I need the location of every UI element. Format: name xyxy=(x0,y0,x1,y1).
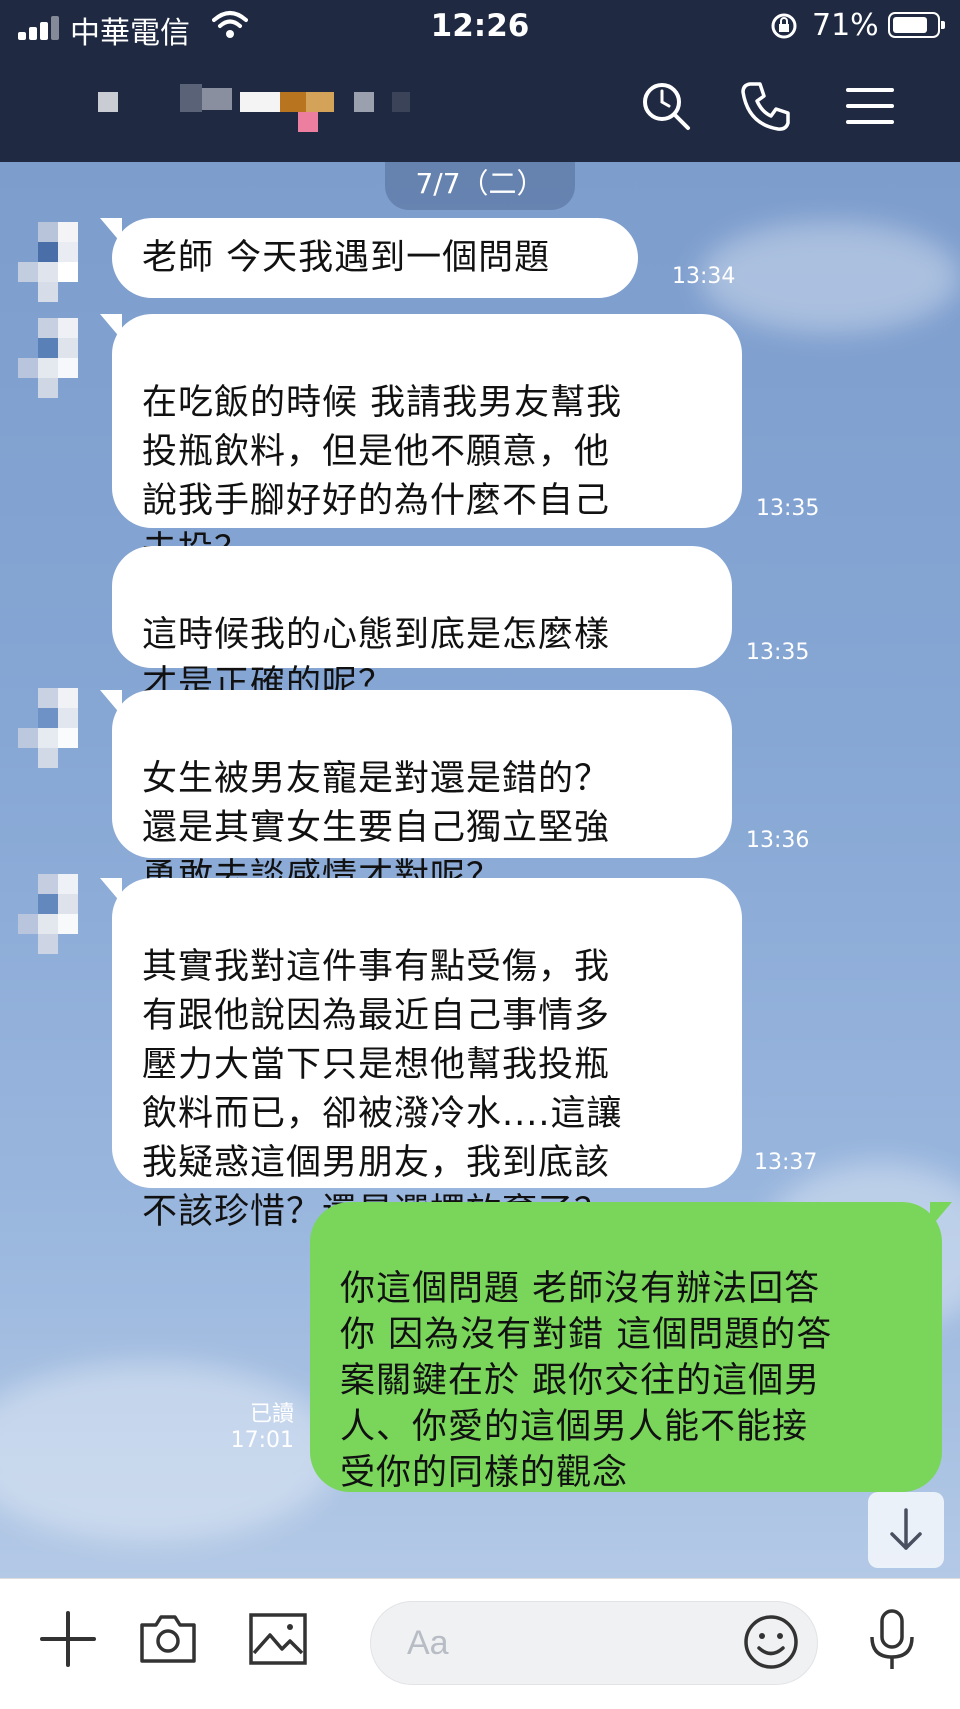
incoming-message[interactable]: 其實我對這件事有點受傷，我 有跟他說因為最近自己事情多 壓力大當下只是想他幫我投… xyxy=(112,878,742,1232)
read-label: 已讀 xyxy=(249,1402,294,1427)
background-cloud xyxy=(700,222,960,332)
read-receipt: 已讀 17:01 xyxy=(220,1402,294,1454)
plus-icon[interactable] xyxy=(36,1607,100,1671)
message-text: 其實我對這件事有點受傷，我 有跟他說因為最近自己事情多 壓力大當下只是想他幫我投… xyxy=(142,947,623,1232)
emoji-icon[interactable] xyxy=(742,1613,800,1671)
arrow-down-icon xyxy=(890,1508,922,1550)
image-icon[interactable] xyxy=(246,1607,310,1671)
message-time: 13:35 xyxy=(756,496,820,521)
date-separator: 7/7（二） xyxy=(385,162,575,210)
incoming-message[interactable]: 女生被男友寵是對還是錯的？ 還是其實女生要自己獨立堅強 勇敢去談感情才對呢？ xyxy=(112,690,732,897)
rotation-lock-icon xyxy=(771,13,797,39)
message-time: 13:35 xyxy=(746,640,810,665)
avatar[interactable] xyxy=(18,874,98,954)
incoming-message[interactable]: 在吃飯的時候 我請我男友幫我 投瓶飲料，但是他不願意，他 說我手腳好好的為什麼不… xyxy=(112,314,742,570)
chat-header xyxy=(0,52,960,162)
message-time: 17:01 xyxy=(230,1428,294,1453)
message-time: 13:34 xyxy=(672,264,736,289)
contact-name-pixelated[interactable] xyxy=(90,78,420,138)
chat-area[interactable]: 7/7（二） 老師 今天我遇到一個問題 13:34 在吃飯的時候 我請我男友幫我… xyxy=(0,162,960,1578)
microphone-icon[interactable] xyxy=(860,1607,924,1671)
outgoing-message[interactable]: 你這個問題 老師沒有辦法回答 你 因為沒有對錯 這個問題的答 案關鍵在於 跟你交… xyxy=(310,1202,942,1493)
scroll-to-bottom-button[interactable] xyxy=(868,1492,944,1568)
bubble-tail xyxy=(930,1202,952,1228)
message-text: 老師 今天我遇到一個問題 xyxy=(142,238,551,278)
status-bar: 中華電信 12:26 71% xyxy=(0,0,960,52)
message-time: 13:36 xyxy=(746,828,810,853)
avatar[interactable] xyxy=(18,688,98,768)
message-text: 你這個問題 老師沒有辦法回答 你 因為沒有對錯 這個問題的答 案關鍵在於 跟你交… xyxy=(340,1269,833,1493)
avatar[interactable] xyxy=(18,222,98,302)
incoming-message[interactable]: 這時候我的心態到底是怎麼樣 才是正確的呢？ xyxy=(112,546,732,704)
message-time: 13:37 xyxy=(754,1150,818,1175)
message-text: 在吃飯的時候 我請我男友幫我 投瓶飲料，但是他不願意，他 說我手腳好好的為什麼不… xyxy=(142,383,623,570)
camera-icon[interactable] xyxy=(136,1607,200,1671)
phone-icon[interactable] xyxy=(738,78,794,134)
incoming-message[interactable]: 老師 今天我遇到一個問題 xyxy=(112,218,638,298)
battery-percent: 71% xyxy=(812,8,879,43)
avatar[interactable] xyxy=(18,318,98,398)
search-icon[interactable] xyxy=(638,78,694,134)
battery-icon xyxy=(888,12,945,38)
menu-icon[interactable] xyxy=(842,78,898,134)
message-input-bar: Aa xyxy=(0,1578,960,1709)
message-text: 女生被男友寵是對還是錯的？ 還是其實女生要自己獨立堅強 勇敢去談感情才對呢？ xyxy=(142,759,611,897)
